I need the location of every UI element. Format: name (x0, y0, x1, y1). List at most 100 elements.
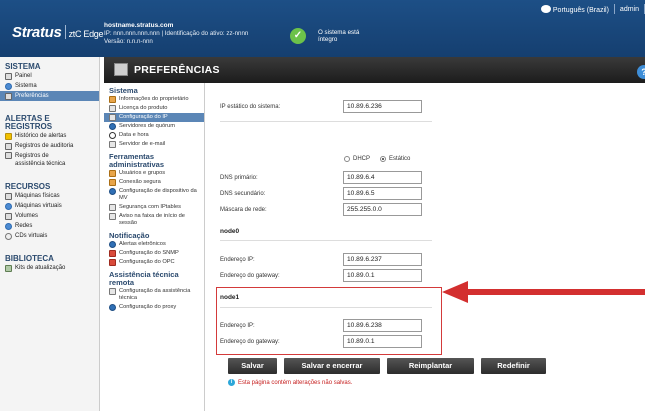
subnav-item-opc[interactable]: Configuração do OPC (104, 258, 204, 267)
sidebar-item-registros-auditoria[interactable]: Registros de auditoria (0, 141, 99, 151)
dns1-input[interactable]: 10.89.6.4 (343, 171, 422, 184)
node1-ip-input[interactable]: 10.89.6.238 (343, 319, 422, 332)
mask-input[interactable]: 255.255.0.0 (343, 203, 422, 216)
dns2-row: DNS secundário: 10.89.6.5 (220, 187, 422, 200)
subnav-item-ealerts[interactable]: Alertas eletrônicos (104, 240, 204, 249)
sidebar-item-historico-alertas[interactable]: Histórico de alertas (0, 131, 99, 141)
system-icon (5, 82, 12, 90)
redeploy-button[interactable]: Reimplantar (387, 358, 474, 374)
language-selector[interactable]: Português (Brazil) (536, 4, 614, 14)
dns1-label: DNS primário: (220, 174, 258, 181)
physical-machine-icon (5, 192, 12, 200)
node1-gateway-input[interactable]: 10.89.0.1 (343, 335, 422, 348)
alert-icon (5, 132, 12, 140)
clock-icon (109, 132, 116, 139)
mask-label: Máscara de rede: (220, 206, 267, 213)
user-menu[interactable]: admin (615, 6, 644, 13)
subnav-item-label: Configuração do proxy (119, 304, 177, 310)
sidebar-item-label: Sistema (15, 83, 37, 89)
system-ip-row: IP estático do sistema: 10.89.6.236 (220, 100, 422, 113)
proxy-icon (109, 304, 116, 311)
top-nav: Português (Brazil) admin (536, 0, 645, 18)
app-header: Português (Brazil) admin Stratus ztC Edge… (0, 0, 645, 57)
mail-server-icon (109, 141, 116, 148)
node0-ip-row: Endereço IP: 10.89.6.237 (220, 253, 422, 266)
subnav-item-label: Informações do proprietário (119, 96, 189, 102)
node0-ip-input[interactable]: 10.89.6.237 (343, 253, 422, 266)
sidebar-item-sistema[interactable]: Sistema (0, 81, 99, 91)
static-radio[interactable]: Estático (380, 156, 410, 162)
divider (220, 307, 432, 308)
ealert-icon (109, 241, 116, 248)
save-close-button[interactable]: Salvar e encerrar (284, 358, 380, 374)
subnav-item-snmp[interactable]: Configuração do SNMP (104, 249, 204, 258)
version: Versão: n.n.n-nnn (104, 38, 153, 45)
preferences-subnav: Sistema Informações do proprietário Lice… (104, 83, 205, 411)
subnav-item-label: Servidor de e-mail (119, 141, 166, 147)
volume-icon (5, 212, 12, 220)
static-label: Estático (389, 156, 411, 162)
subnav-item-mail-server[interactable]: Servidor de e-mail (104, 140, 204, 149)
preferences-icon (5, 92, 12, 100)
subnav-section-title: Sistema (109, 86, 138, 95)
radio-circle-selected (380, 156, 387, 162)
sidebar-item-cds-virtuais[interactable]: CDs virtuais (0, 231, 99, 241)
subnav-item-support-config[interactable]: Configuração da assistência técnica (104, 287, 204, 303)
subnav-section-title: Ferramentas administrativas (109, 152, 165, 169)
dashboard-icon (5, 72, 12, 80)
lock-icon (109, 179, 116, 186)
vm-device-icon (109, 188, 116, 195)
sidebar-item-volumes[interactable]: Volumes (0, 211, 99, 221)
subnav-item-label: Configuração do IP (119, 114, 168, 120)
subnav-item-quorum[interactable]: Servidores de quórum (104, 122, 204, 131)
status-line-2: íntegro (318, 36, 338, 43)
subnav-item-label: Configuração do OPC (119, 259, 175, 265)
node0-title: node0 (220, 228, 240, 235)
subnav-item-date-time[interactable]: Data e hora (104, 131, 204, 140)
subnav-item-label: Segurança com IPtables (119, 204, 181, 210)
language-label: Português (Brazil) (552, 6, 609, 14)
subnav-item-owner-info[interactable]: Informações do proprietário (104, 95, 204, 104)
dns2-input[interactable]: 10.89.6.5 (343, 187, 422, 200)
help-icon[interactable]: ? (637, 65, 645, 79)
sidebar-item-label: Registros de auditoria (15, 143, 74, 149)
subnav-item-proxy[interactable]: Configuração do proxy (104, 303, 204, 312)
node0-gateway-input[interactable]: 10.89.0.1 (343, 269, 422, 282)
sidebar-section-title: RECURSOS (5, 182, 51, 191)
save-button[interactable]: Salvar (228, 358, 277, 374)
sidebar-item-registros-assistencia[interactable]: Registros de assistência técnica (0, 151, 99, 169)
sidebar-item-kits-atualizacao[interactable]: Kits de atualização (0, 263, 99, 273)
subnav-item-vm-device[interactable]: Configuração de dispositivo da MV (104, 187, 204, 203)
sidebar-item-label: Redes (15, 223, 33, 229)
sidebar-item-maquinas-virtuais[interactable]: Máquinas virtuais (0, 201, 99, 211)
subnav-item-label: Configuração de dispositivo da MV (119, 188, 197, 201)
subnav-item-license[interactable]: Licença do produto (104, 104, 204, 113)
dhcp-radio[interactable]: DHCP (344, 156, 370, 162)
system-ip-input[interactable]: 10.89.6.236 (343, 100, 422, 113)
subnav-item-secure-connection[interactable]: Conexão segura (104, 178, 204, 187)
banner-icon (109, 213, 116, 220)
node1-ip-row: Endereço IP: 10.89.6.238 (220, 319, 422, 332)
dhcp-label: DHCP (353, 156, 371, 162)
subnav-item-login-banner[interactable]: Aviso na faixa de início de sessão (104, 212, 204, 228)
sidebar-item-label: Registros de assistência técnica (15, 153, 66, 167)
ip-config-icon (109, 114, 116, 121)
subnav-item-label: Alertas eletrônicos (119, 241, 166, 247)
sidebar-item-painel[interactable]: Painel (0, 71, 99, 81)
sidebar-section-title: SISTEMA (5, 62, 41, 71)
info-icon: i (228, 379, 235, 386)
sidebar-item-label: Kits de atualização (15, 265, 66, 271)
subnav-item-ip-config[interactable]: Configuração do IP (104, 113, 204, 122)
node0-gateway-label: Endereço do gateway: (220, 272, 280, 279)
form-actions: Salvar Salvar e encerrar Reimplantar Red… (228, 358, 546, 374)
subnav-item-iptables[interactable]: Segurança com IPtables (104, 203, 204, 212)
support-config-icon (109, 288, 116, 295)
reset-button[interactable]: Redefinir (481, 358, 546, 374)
stratus-logo: Stratus ztC Edge (12, 24, 104, 41)
sidebar-item-maquinas-fisicas[interactable]: Máquinas físicas (0, 191, 99, 201)
sidebar-item-redes[interactable]: Redes (0, 221, 99, 231)
network-icon (5, 222, 12, 230)
sidebar-item-preferencias[interactable]: Preferências (0, 91, 99, 101)
subnav-item-users-groups[interactable]: Usuários e grupos (104, 169, 204, 178)
subnav-item-label: Configuração do SNMP (119, 250, 179, 256)
